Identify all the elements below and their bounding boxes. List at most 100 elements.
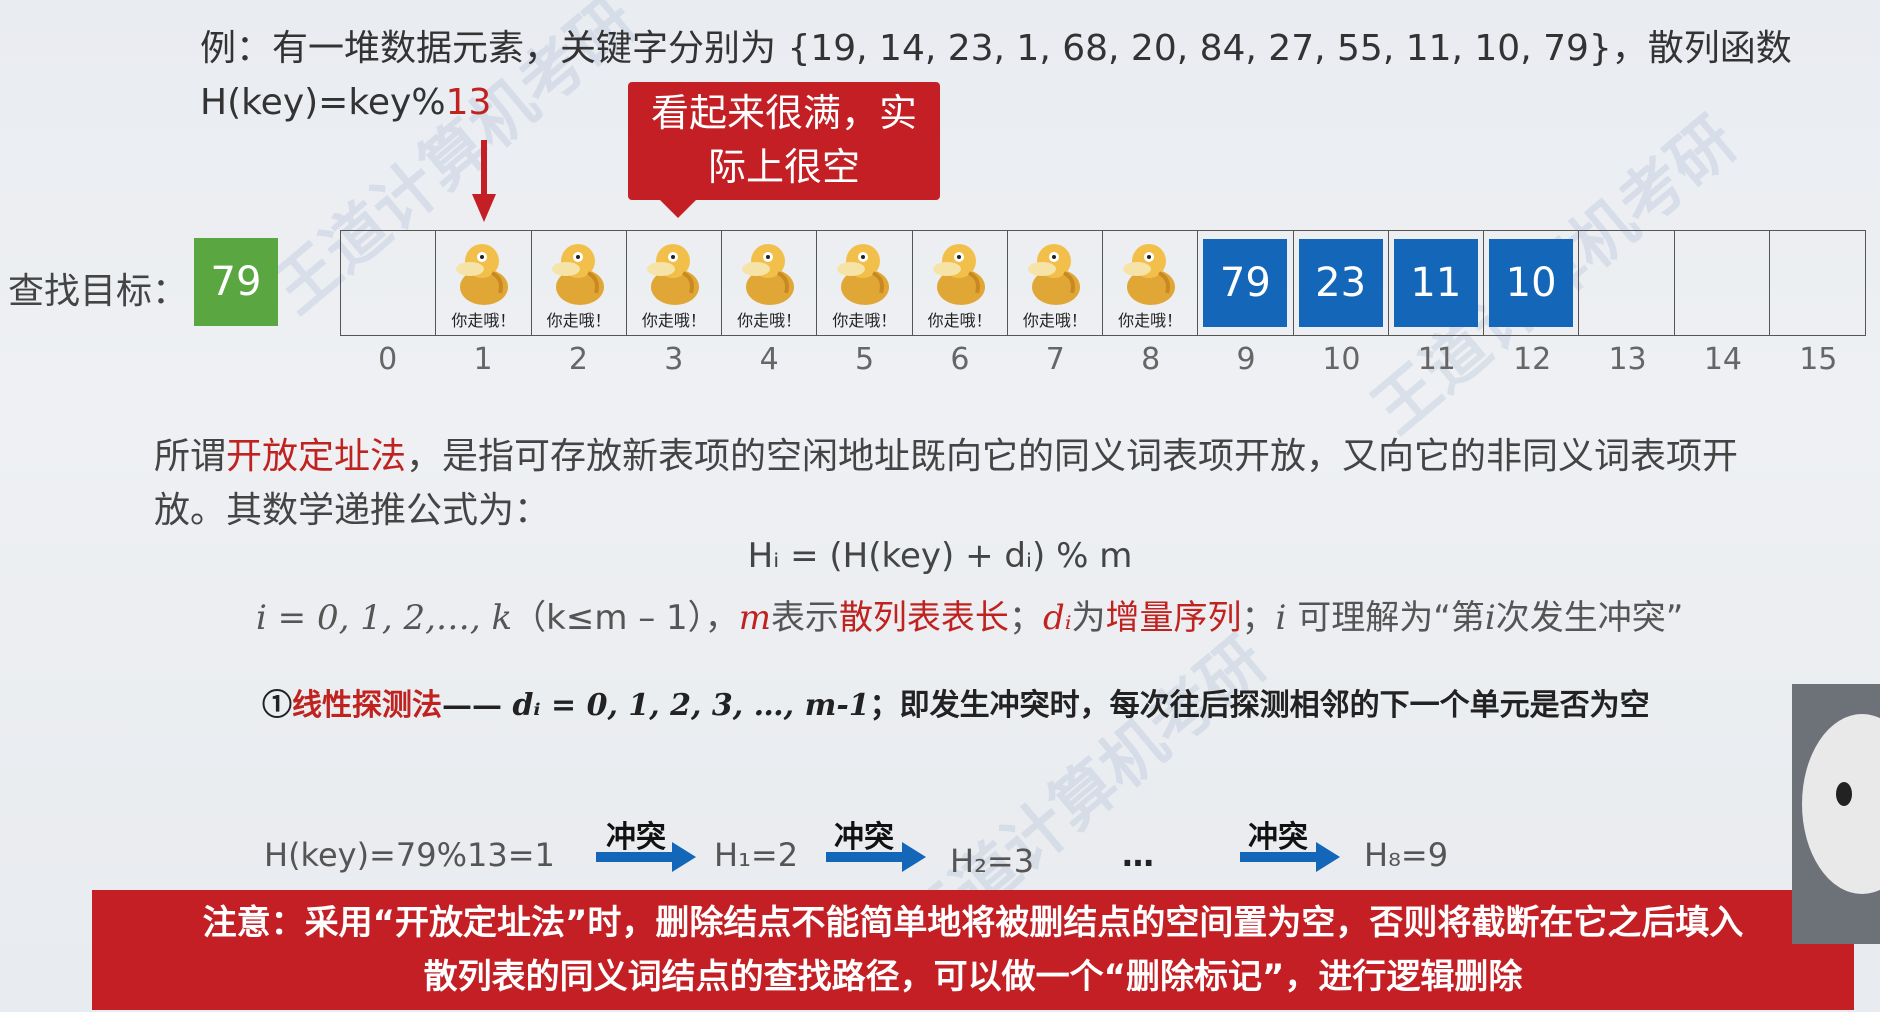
- hash-cell: [1675, 231, 1770, 335]
- open-addressing-paragraph: 所谓开放定址法，是指可存放新表项的空闲地址既向它的同义词表项开放，又向它的非同义…: [154, 430, 1814, 538]
- hash-index: 9: [1236, 342, 1256, 377]
- mascot-icon: [1792, 684, 1880, 944]
- hash-index: 8: [1141, 342, 1161, 377]
- probe-ellipsis: …: [1122, 836, 1154, 874]
- duck-icon: [1027, 244, 1080, 305]
- probe-h8: H₈=9: [1364, 836, 1449, 874]
- search-target-value: 79: [194, 238, 278, 326]
- note-line2: 散列表的同义词结点的查找路径，可以做一个“删除标记”，进行逻辑删除: [423, 957, 1523, 997]
- hash-index: 6: [950, 342, 970, 377]
- duck-caption: 你走哦！: [641, 311, 706, 330]
- hash-cell: 23: [1294, 231, 1389, 335]
- hash-cell: 你走哦！: [627, 231, 722, 335]
- d-desc: 为: [1071, 598, 1106, 638]
- i-symbol: i: [1275, 598, 1287, 638]
- webcam-thumbnail: [1792, 684, 1880, 944]
- dash: ——: [442, 688, 502, 723]
- arrow-right-icon: [826, 842, 926, 872]
- hash-cell-value: 10: [1489, 239, 1574, 327]
- hash-index: 12: [1513, 342, 1552, 377]
- hash-index: 0: [378, 342, 398, 377]
- duck-icon: [646, 244, 699, 305]
- duck-caption: 你走哦！: [927, 311, 992, 330]
- duck-icon: [456, 244, 509, 305]
- separator: ；: [1241, 598, 1276, 638]
- table-length-term: 散列表表长: [838, 598, 1009, 638]
- down-arrow-icon: [472, 140, 496, 222]
- hash-cell: [1770, 231, 1865, 335]
- intro-line2: H(key)=key%13: [200, 76, 1792, 130]
- hash-index: 2: [568, 342, 588, 377]
- d-symbol: dᵢ: [1042, 598, 1072, 638]
- hash-index: 7: [1045, 342, 1065, 377]
- separator: ，: [704, 598, 739, 638]
- duck-icon: [1123, 244, 1175, 305]
- k-condition: （k≤m – 1）: [512, 598, 705, 638]
- formula-explanation: i = 0, 1, 2,…, k（k≤m – 1），m表示散列表表长；dᵢ为增量…: [256, 590, 1683, 639]
- duck-caption: 你走哦！: [737, 311, 802, 330]
- intro-line1: 例：有一堆数据元素，关键字分别为 {19, 14, 23, 1, 68, 20,…: [200, 28, 1792, 69]
- linear-probing-formula: dᵢ = 0, 1, 2, 3, …, m-1: [512, 688, 870, 723]
- hash-index: 3: [664, 342, 684, 377]
- linear-probing-desc: ；即发生冲突时，每次往后探测相邻的下一个单元是否为空: [869, 688, 1650, 723]
- i-range: i = 0, 1, 2,…, k: [256, 598, 513, 638]
- hash-index: 14: [1703, 342, 1743, 377]
- recurrence-formula: Hᵢ = (H(key) + dᵢ) % m: [747, 536, 1133, 576]
- arrow-right-icon: [1240, 842, 1340, 872]
- hash-cell: 你走哦！: [1103, 231, 1199, 335]
- i-symbol: i: [1484, 598, 1496, 638]
- hash-cell-value: 23: [1298, 239, 1383, 327]
- note-line1: 注意：采用“开放定址法”时，删除结点不能简单地将被删结点的空间置为空，否则将截断…: [202, 903, 1744, 943]
- duck-icon: [551, 244, 604, 305]
- hash-index: 4: [759, 342, 779, 377]
- callout-line1: 看起来很满，实: [650, 91, 917, 135]
- separator: ；: [1008, 598, 1043, 638]
- para-text: 所谓: [154, 436, 227, 477]
- hash-cell-value: 79: [1203, 239, 1288, 327]
- hash-cell: 11: [1389, 231, 1484, 335]
- hash-index: 15: [1799, 342, 1838, 377]
- open-addressing-term: 开放定址法: [226, 436, 407, 477]
- hash-cell: 10: [1484, 231, 1580, 335]
- probe-h1: H₁=2: [714, 836, 799, 874]
- callout-line2: 际上很空: [707, 145, 860, 189]
- hash-modulus: 13: [445, 82, 492, 123]
- hash-cell: 你走哦！: [1008, 231, 1103, 335]
- hash-table: 你走哦！ 你走哦！ 你走哦！ 你走哦！ 你走哦！ 你走哦！ 你走哦！ 你走哦！ 79 23 11 10: [340, 230, 1866, 336]
- duck-icon: [932, 244, 985, 305]
- para-text: ，是指可存放新表项的空闲地址既向它的同义词表项开放，又向它的非同义词表项开: [406, 436, 1739, 477]
- linear-probing-line: ①线性探测法—— dᵢ = 0, 1, 2, 3, …, m-1；即发生冲突时，…: [262, 680, 1650, 724]
- duck-caption: 你走哦！: [832, 311, 897, 330]
- duck-caption: 你走哦！: [1022, 311, 1087, 330]
- i-desc: 次发生冲突”: [1495, 598, 1684, 638]
- duck-caption: 你走哦！: [546, 311, 611, 330]
- deletion-note: 注意：采用“开放定址法”时，删除结点不能简单地将被删结点的空间置为空，否则将截断…: [92, 890, 1854, 1010]
- intro-text: 例：有一堆数据元素，关键字分别为 {19, 14, 23, 1, 68, 20,…: [200, 22, 1792, 130]
- probe-start: H(key)=79%13=1: [264, 836, 555, 874]
- m-desc: 表示: [770, 598, 839, 638]
- para-text: 放。其数学递推公式为：: [154, 490, 551, 531]
- duck-icon: [837, 244, 890, 305]
- search-target-label: 查找目标：: [8, 271, 189, 312]
- hash-cell: [1579, 231, 1675, 335]
- hash-cell: 你走哦！: [532, 231, 627, 335]
- hash-cell: 79: [1198, 231, 1294, 335]
- m-symbol: m: [738, 598, 771, 638]
- hash-cell-value: 11: [1393, 239, 1478, 327]
- duck-caption: 你走哦！: [451, 311, 516, 330]
- hash-index: 11: [1417, 342, 1456, 377]
- hash-index: 1: [473, 342, 493, 377]
- hash-index: 13: [1608, 342, 1647, 377]
- hash-cell: [341, 231, 437, 335]
- arrow-right-icon: [596, 842, 696, 872]
- i-desc: 可理解为“第: [1286, 598, 1485, 638]
- circle-number: ①: [262, 688, 292, 723]
- hash-function: H(key)=key%: [200, 82, 446, 123]
- probe-h2: H₂=3: [950, 842, 1035, 880]
- callout-bubble: 看起来很满，实 际上很空: [628, 82, 940, 218]
- hash-cell: 你走哦！: [722, 231, 818, 335]
- hash-table-indices: 0 1 2 3 4 5 6 7 8 9 10 11 12 13 14 15: [340, 342, 1866, 377]
- linear-probing-term: 线性探测法: [292, 688, 442, 723]
- hash-index: 5: [855, 342, 875, 377]
- duck-caption: 你走哦！: [1118, 311, 1183, 330]
